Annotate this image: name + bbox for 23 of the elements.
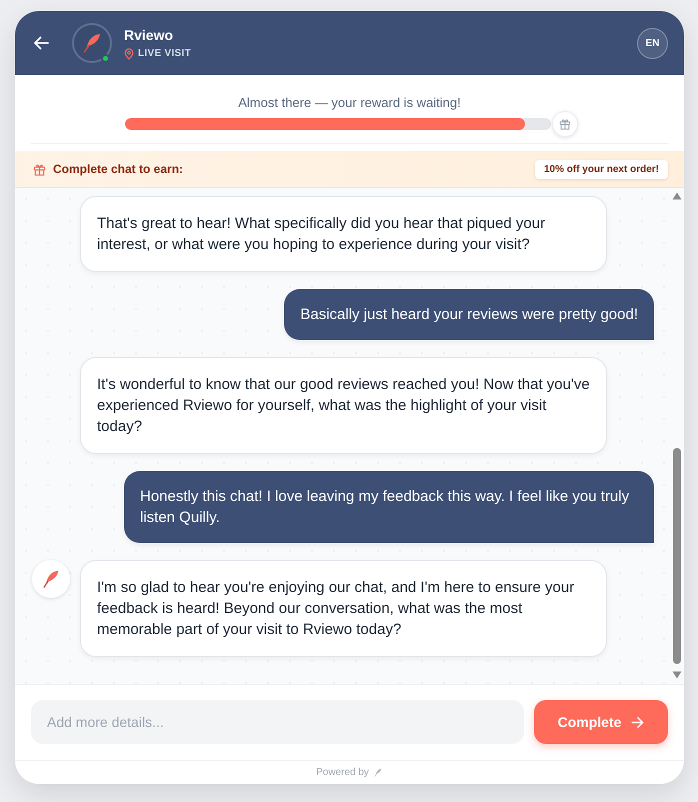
reward-badge: 10% off your next order! bbox=[534, 160, 668, 178]
location-pin-icon bbox=[124, 48, 134, 60]
language-button[interactable]: EN bbox=[637, 28, 668, 58]
user-message: Basically just heard your reviews were pretty good! bbox=[284, 289, 654, 340]
powered-by-label: Powered by bbox=[316, 766, 369, 780]
gift-icon bbox=[33, 162, 46, 176]
scroll-down-arrow-icon[interactable] bbox=[672, 671, 682, 679]
visit-status: LIVE VISIT bbox=[138, 48, 192, 60]
scrollbar-thumb[interactable] bbox=[673, 448, 681, 664]
user-message: Honestly this chat! I love leaving my feedback this way. I feel like you truly listen Quilly. bbox=[124, 471, 654, 543]
feather-avatar-icon bbox=[32, 560, 70, 598]
arrow-right-icon[interactable] bbox=[631, 716, 644, 728]
business-name: Rviewo bbox=[124, 26, 174, 42]
reward-label: Complete chat to earn: bbox=[53, 161, 184, 178]
back-button[interactable] bbox=[33, 35, 49, 51]
bot-message: I'm so glad to hear you're enjoying our chat, and I'm here to ensure your feedback is heard! Beyond our conversation, what was the most memorable part of your visit to Rviewo today? bbox=[80, 560, 607, 657]
feather-icon bbox=[372, 767, 383, 778]
feather-avatar-icon bbox=[72, 23, 112, 63]
bot-message: It's wonderful to know that our good reviews reached you! Now that you've experienced Rviewo for yourself, what was the highlight of your visit today? bbox=[80, 357, 607, 454]
bot-message: That's great to hear! What specifically did you hear that piqued your interest, or what were you hoping to experience during your visit? bbox=[80, 196, 607, 272]
progress-caption: Almost there — your reward is waiting! bbox=[238, 95, 461, 111]
scroll-up-arrow-icon[interactable] bbox=[672, 192, 682, 200]
message-input-field[interactable]: Add more details... bbox=[31, 700, 524, 744]
